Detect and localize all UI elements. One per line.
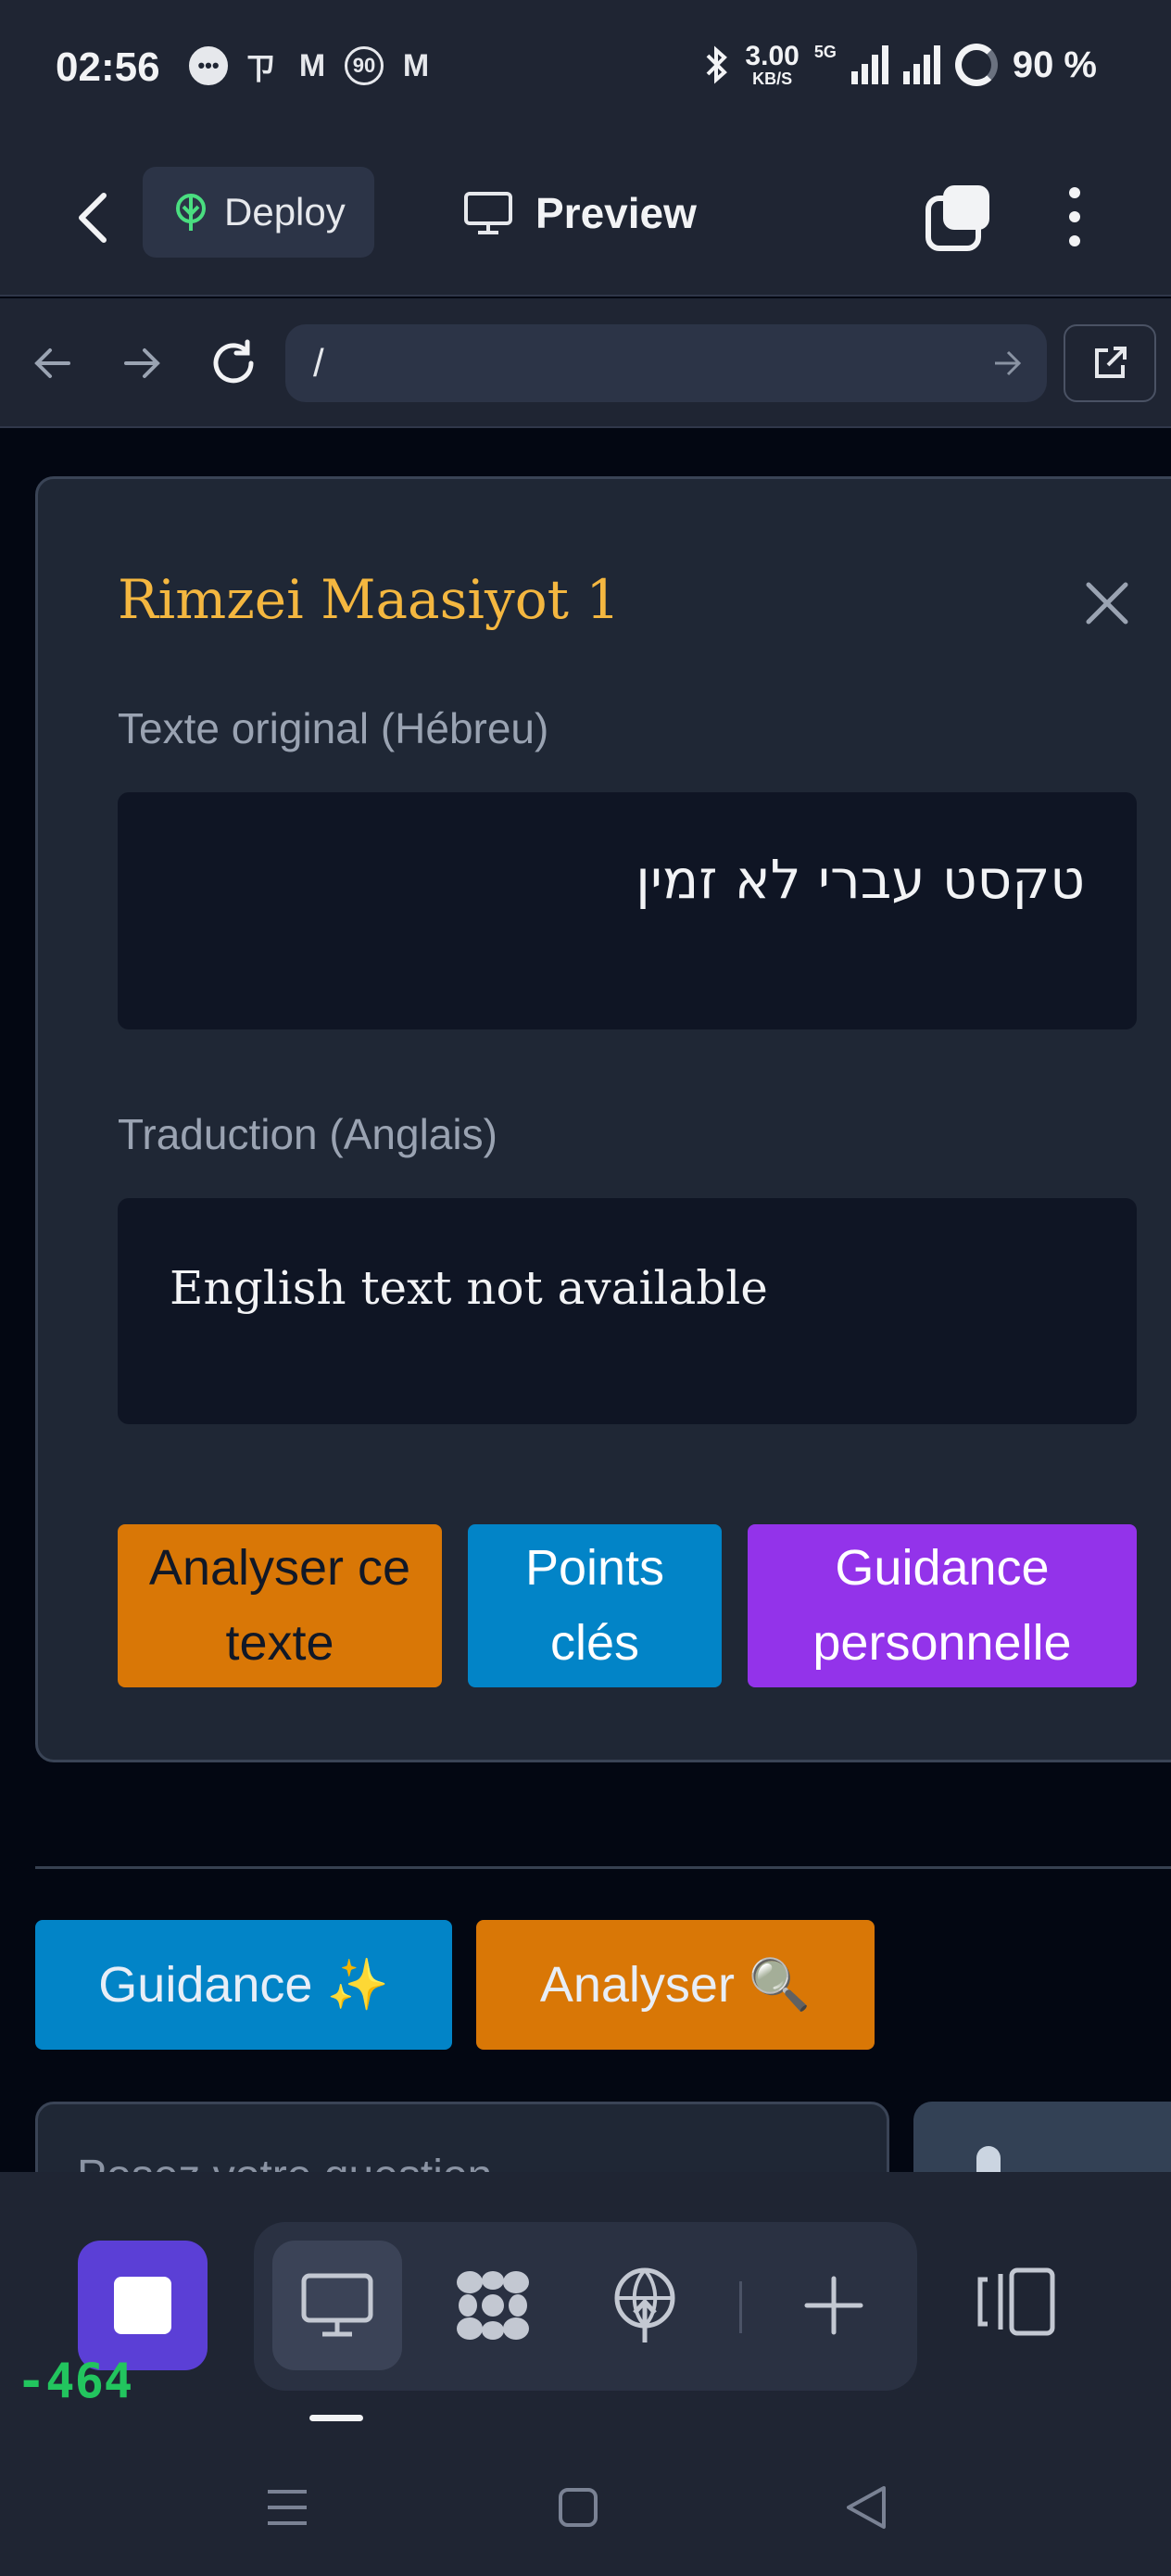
plus-icon [804, 2276, 863, 2335]
microphone-button[interactable] [913, 2102, 1171, 2172]
status-time: 02:56 [56, 44, 160, 90]
browser-bar: / [0, 298, 1171, 428]
notification-icons: ••• ㄗ M 90 M [189, 46, 435, 87]
monitor-icon [464, 192, 512, 234]
more-options-button[interactable] [1047, 180, 1102, 254]
chat-bubble-icon: ••• [189, 46, 228, 85]
stop-button[interactable] [78, 2241, 208, 2370]
analyse-text-button[interactable]: Analyser ce texte [118, 1524, 442, 1687]
chevron-left-icon [79, 193, 107, 243]
url-text: / [313, 341, 324, 385]
net-speed-unit: KB/S [752, 69, 793, 88]
signal-icon [902, 45, 940, 84]
square-icon [559, 2488, 598, 2527]
guidance-button[interactable]: Guidance ✨ [35, 1920, 452, 2050]
net-speed-value: 3.00 [745, 41, 800, 71]
menu-dot [1069, 235, 1080, 246]
microphone-icon [976, 2146, 1001, 2172]
original-text-label: Texte original (Hébreu) [118, 704, 549, 752]
globe-upload-icon [614, 2267, 675, 2342]
reload-button[interactable] [206, 335, 261, 391]
preview-tab[interactable]: Preview [463, 176, 697, 250]
arrow-left-icon [34, 348, 70, 378]
signal-icon [850, 45, 888, 84]
active-tab-indicator [309, 2415, 363, 2421]
status-right: 3.00 KB/S 5G 90 % [704, 43, 1097, 87]
translation-label: Traduction (Anglais) [118, 1110, 497, 1158]
system-back-button[interactable] [837, 2480, 893, 2535]
extensions-tool-button[interactable] [428, 2241, 558, 2370]
close-button[interactable] [1081, 577, 1133, 629]
deploy-tool-button[interactable] [580, 2241, 710, 2370]
monitor-icon [301, 2273, 373, 2337]
go-arrow-icon[interactable] [991, 345, 1025, 382]
tabs-button[interactable] [921, 180, 995, 254]
stop-icon [114, 2277, 171, 2334]
card-title: Rimzei Maasiyot 1 [118, 568, 621, 631]
menu-lines-icon [268, 2490, 307, 2525]
english-text-box: English text not available [118, 1198, 1137, 1424]
menu-dot [1069, 211, 1080, 222]
divider [35, 1866, 1171, 1869]
reload-icon [213, 339, 254, 384]
external-link-icon [1095, 347, 1127, 378]
close-icon [1086, 582, 1128, 625]
bluetooth-icon [707, 45, 728, 84]
badge-90-icon: 90 [345, 46, 384, 85]
recent-apps-button[interactable] [259, 2480, 315, 2535]
arrow-right-icon [124, 348, 160, 378]
question-input[interactable]: Posez votre question... [35, 2102, 889, 2172]
app-icon: ㄗ [245, 51, 276, 87]
preview-label: Preview [535, 189, 697, 237]
triangle-back-icon [847, 2486, 886, 2529]
tabs-icon [925, 185, 989, 251]
preview-tool-button[interactable] [272, 2241, 402, 2370]
menu-dot [1069, 187, 1080, 198]
deploy-icon [176, 194, 206, 231]
browser-forward-button[interactable] [115, 335, 170, 391]
app-header: Deploy Preview [0, 139, 1171, 297]
side-panel-icon [977, 2267, 1055, 2336]
hebrew-text-box: טקסט עברי לא זמין [118, 792, 1137, 1029]
grid-blobs-icon [457, 2271, 529, 2340]
mail-icon: M [298, 47, 326, 83]
text-card: Rimzei Maasiyot 1 Texte original (Hébreu… [35, 476, 1171, 1762]
back-button[interactable] [67, 185, 119, 250]
counter-readout: -464 [17, 2354, 133, 2409]
bottom-toolbar: -464 [0, 2172, 1171, 2431]
toolbar-separator [739, 2281, 742, 2333]
open-external-button[interactable] [1064, 324, 1156, 402]
battery-icon [954, 44, 998, 86]
system-navigation [0, 2431, 1171, 2576]
key-points-button[interactable]: Points clés [468, 1524, 722, 1687]
hebrew-text: טקסט עברי לא זמין [636, 848, 1085, 911]
mail-icon: M [402, 47, 430, 83]
english-text: English text not available [170, 1261, 768, 1315]
personal-guidance-button[interactable]: Guidance personnelle [748, 1524, 1137, 1687]
page-viewport: Rimzei Maasiyot 1 Texte original (Hébreu… [0, 430, 1171, 2172]
browser-back-button[interactable] [24, 335, 80, 391]
deploy-button[interactable]: Deploy [143, 167, 374, 258]
status-bar: 02:56 ••• ㄗ M 90 M 3.00 KB/S 5G 90 % [0, 0, 1171, 139]
add-button[interactable] [769, 2241, 899, 2370]
side-panel-button[interactable] [975, 2265, 1058, 2348]
deploy-label: Deploy [224, 190, 346, 234]
net-speed: 3.00 KB/S [745, 41, 800, 88]
url-input[interactable]: / [285, 324, 1047, 402]
network-type: 5G [813, 43, 837, 61]
battery-level: 90 % [1012, 44, 1097, 85]
home-button[interactable] [550, 2480, 606, 2535]
analyse-button[interactable]: Analyser 🔍 [476, 1920, 875, 2050]
tool-group [254, 2222, 917, 2391]
